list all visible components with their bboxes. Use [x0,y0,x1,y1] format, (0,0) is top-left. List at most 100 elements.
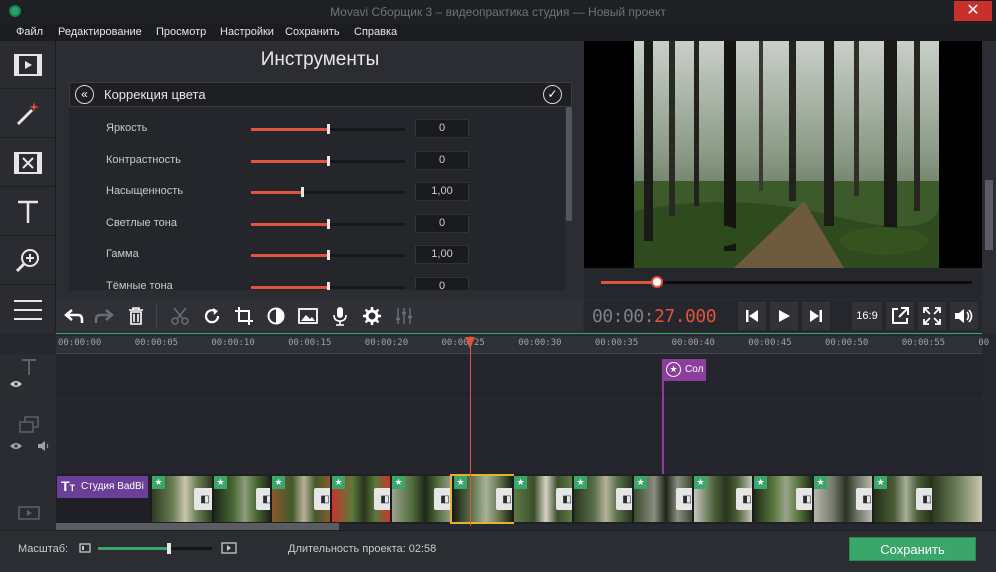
titles-tool-button[interactable] [0,188,56,236]
slider-value-field[interactable]: 0 [415,119,469,138]
slider-handle[interactable] [300,187,304,197]
timeline-scrollbar[interactable] [56,523,339,530]
scissors-icon [171,307,189,325]
slider-handle[interactable] [327,281,330,290]
clip-effect-star-icon: ★ [332,476,345,489]
title-clip-icon: TT [61,478,76,494]
ruler-tick-label: 00:00:30 [518,338,562,348]
menu-save[interactable]: Сохранить [285,26,340,38]
delete-button[interactable] [120,300,152,332]
clip-effect-star-icon: ★ [214,476,227,489]
zoom-icon [15,248,39,272]
slider-handle[interactable] [327,218,330,229]
clip-settings-button[interactable] [356,300,388,332]
speaker-icon[interactable] [38,441,50,451]
volume-button[interactable] [950,302,978,330]
slider-handle[interactable] [327,250,330,260]
play-button[interactable] [770,302,798,330]
slider-value-field[interactable]: 1,00 [415,182,469,201]
slider-value-field[interactable]: 0 [415,213,469,233]
slider-label: Гамма [106,248,139,260]
slider-value-field[interactable]: 0 [415,276,469,290]
playhead[interactable] [470,336,471,526]
section-title: Коррекция цвета [104,87,206,102]
adjust-slider[interactable] [251,187,405,197]
image-button[interactable] [292,300,324,332]
close-button[interactable]: ✕ [954,1,992,21]
clip-effect-star-icon: ★ [574,476,587,489]
menu-view[interactable]: Просмотр [156,26,206,38]
ruler-tick-label: 00:00:05 [134,338,179,348]
edit-toolbar [56,300,583,332]
slider-label: Яркость [106,122,148,134]
trash-icon [129,307,143,325]
text-track[interactable] [56,354,982,394]
clip-effect-star-icon: ★ [874,476,887,489]
split-button[interactable] [164,300,196,332]
slider-label: Светлые тона [106,216,177,229]
adjust-slider[interactable] [251,124,405,134]
next-frame-button[interactable] [802,302,830,330]
sticker-clip[interactable]: ★ Сол [662,359,706,381]
slider-value-field[interactable]: 0 [415,150,469,170]
eye-icon[interactable] [10,442,22,450]
zoom-tool-button[interactable] [0,237,56,285]
title-clip[interactable]: TT Студия BadBi [57,476,148,498]
overlay-track[interactable] [56,394,982,474]
popout-button[interactable] [886,302,914,330]
more-tools-button[interactable] [0,286,56,334]
ruler-tick-label: 00:00:25 [441,338,485,348]
ruler-tick-label: 00:00:50 [825,338,869,348]
menu-file[interactable]: Файл [16,26,43,38]
magic-wand-icon [16,101,39,125]
color-adjust-button[interactable] [260,300,292,332]
panel-scrollbar[interactable] [566,107,572,221]
redo-button[interactable] [88,300,120,332]
text-icon [18,200,38,223]
back-chevrons-icon[interactable]: « [75,85,94,104]
video-preview [584,41,982,268]
adjust-slider[interactable] [251,155,405,166]
rotate-icon [204,308,220,324]
play-icon [779,310,790,322]
video-clip-thumbnail[interactable] [932,476,982,522]
sticker-duration-line [662,381,664,474]
seek-handle[interactable] [650,276,663,288]
crop-button[interactable] [228,300,260,332]
scale-label: Масштаб: [18,543,69,555]
zoom-out-icon[interactable] [79,543,91,553]
zoom-slider-handle[interactable] [166,543,171,554]
equalizer-button[interactable] [388,300,420,332]
equalizer-icon [396,308,412,324]
ruler-tick-label: 00:00:45 [748,338,792,348]
adjust-slider[interactable] [251,281,405,290]
right-scrollbar-thumb[interactable] [985,180,993,250]
menu-edit[interactable]: Редактирование [58,26,142,38]
aspect-ratio-button[interactable]: 16:9 [852,302,882,330]
zoom-in-icon[interactable] [221,542,237,554]
transitions-tool-button[interactable] [0,139,56,187]
playhead-marker[interactable] [465,337,475,349]
rotate-button[interactable] [196,300,228,332]
slider-value-field[interactable]: 1,00 [415,245,469,264]
slider-handle[interactable] [327,124,330,134]
menu-bar: Файл Редактирование Просмотр Настройки С… [0,24,996,41]
clip-effect-star-icon: ★ [272,476,285,489]
filters-tool-button[interactable] [0,90,56,138]
previous-frame-button[interactable] [738,302,766,330]
eye-icon[interactable] [10,380,22,388]
transitions-icon [14,151,42,174]
save-button[interactable]: Сохранить [849,537,976,561]
undo-icon [64,309,84,323]
slider-label: Тёмные тона [106,279,173,291]
undo-button[interactable] [58,300,90,332]
adjust-slider[interactable] [251,250,405,260]
menu-help[interactable]: Справка [354,26,397,38]
fullscreen-button[interactable] [918,302,946,330]
apply-check-icon[interactable]: ✓ [543,85,562,104]
slider-handle[interactable] [327,155,330,166]
adjust-slider[interactable] [251,218,405,229]
menu-settings[interactable]: Настройки [220,26,274,38]
import-tool-button[interactable] [0,41,56,89]
record-audio-button[interactable] [324,300,356,332]
